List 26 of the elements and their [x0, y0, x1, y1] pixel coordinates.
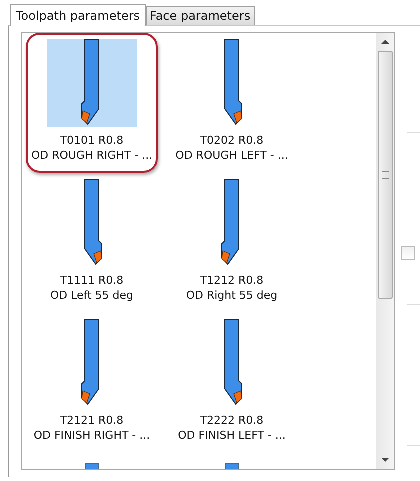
tab[interactable]: Toolpath parameters	[10, 4, 146, 26]
scrollbar[interactable]	[376, 33, 394, 469]
scroll-down-arrow-icon[interactable]	[380, 457, 390, 463]
tool-name: OD Right 55 deg	[186, 288, 278, 303]
tool-code: T1111 R0.8	[60, 273, 124, 288]
tool-item[interactable]: T0101 R0.8 OD ROUGH RIGHT - ...	[26, 33, 158, 173]
tool-code: T1212 R0.8	[200, 273, 264, 288]
scroll-up-arrow-icon[interactable]	[380, 39, 390, 45]
tool-item[interactable]: T1212 R0.8 OD Right 55 deg	[166, 173, 298, 313]
tool-item[interactable]: T2121 R0.8 OD FINISH RIGHT - ...	[26, 313, 158, 453]
tool-item[interactable]: T2222 R0.8 OD FINISH LEFT - ...	[166, 313, 298, 453]
tool-item[interactable]: T1111 R0.8 OD Left 55 deg	[26, 173, 158, 313]
tool-name: OD ROUGH RIGHT - ...	[31, 148, 153, 163]
tool-name: OD FINISH RIGHT - ...	[34, 428, 150, 443]
tool-name: OD FINISH LEFT - ...	[178, 428, 286, 443]
tool-code: T0202 R0.8	[200, 133, 264, 148]
tool-image[interactable]	[47, 39, 137, 127]
tool-code: T0101 R0.8	[60, 133, 124, 148]
tool-code: T2121 R0.8	[60, 413, 124, 428]
tab[interactable]: Face parameters	[146, 6, 255, 25]
tool-name: OD ROUGH LEFT - ...	[176, 148, 288, 163]
tool-name: OD Left 55 deg	[50, 288, 134, 303]
tool-item[interactable]: T0202 R0.8 OD ROUGH LEFT - ...	[166, 33, 298, 173]
checkbox[interactable]	[401, 246, 415, 260]
scroll-thumb[interactable]	[378, 51, 392, 299]
tool-code: T2222 R0.8	[200, 413, 264, 428]
